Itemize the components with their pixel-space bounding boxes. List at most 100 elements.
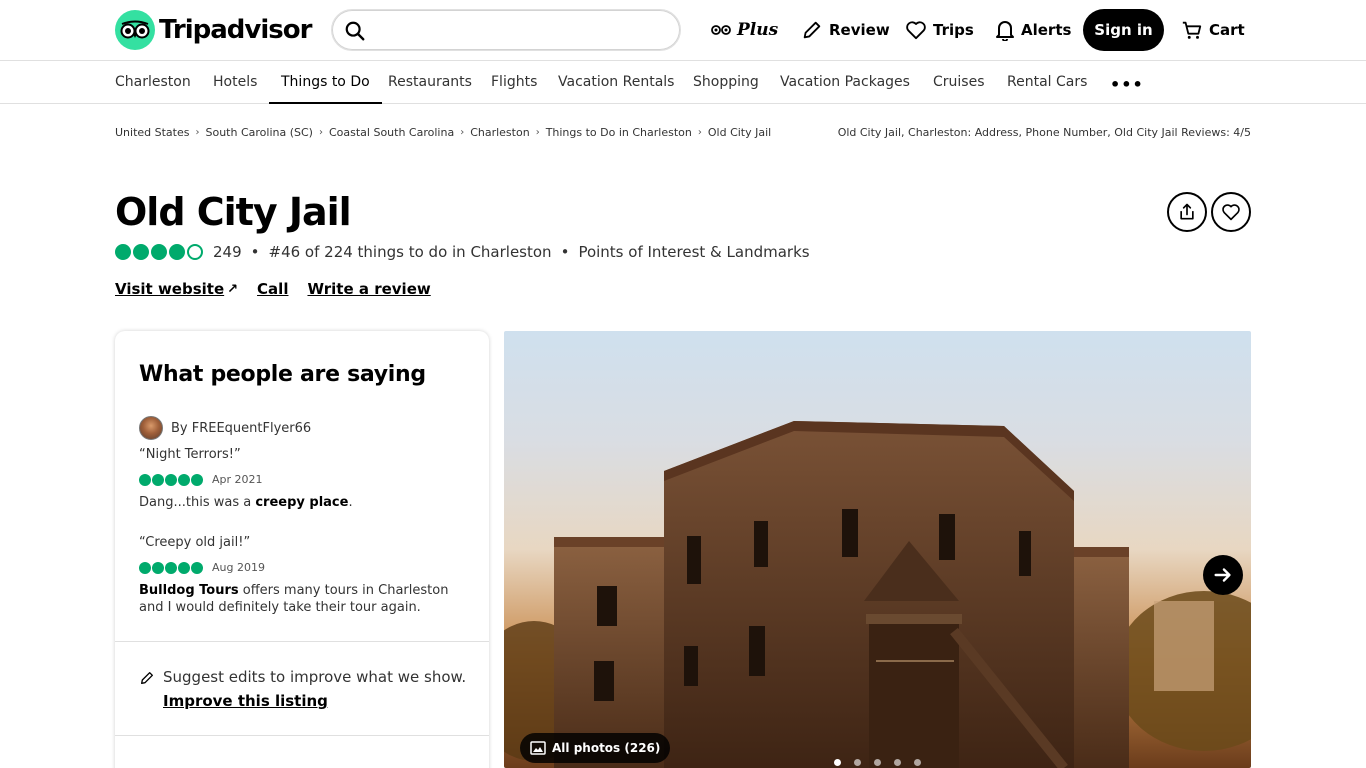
subnav-item-vacation-rentals[interactable]: Vacation Rentals — [558, 61, 674, 103]
breadcrumb-item[interactable]: Coastal South Carolina — [329, 126, 454, 139]
visit-website-link[interactable]: Visit website — [115, 280, 224, 298]
cart-icon — [1182, 21, 1202, 39]
rating-bubble-filled — [178, 561, 190, 574]
sign-in-button[interactable]: Sign in — [1083, 9, 1164, 51]
subnav-item-things-to-do[interactable]: Things to Do — [269, 61, 382, 104]
chevron-right-icon: › — [460, 127, 465, 138]
ranking-text[interactable]: #46 of 224 things to do in Charleston — [269, 243, 552, 261]
trips-link[interactable]: Trips — [905, 17, 974, 43]
rating-summary: 249 • #46 of 224 things to do in Charles… — [115, 243, 810, 261]
snippet-text: . — [348, 495, 353, 510]
rating-bubble-filled — [165, 561, 177, 574]
all-photos-button[interactable]: All photos (226) — [520, 733, 671, 763]
improve-listing-link[interactable]: Improve this listing — [163, 692, 328, 710]
pagination-dot[interactable] — [894, 759, 901, 766]
logo-text: Tripadvisor — [159, 15, 312, 45]
subnav-item-hotels[interactable]: Hotels — [213, 61, 257, 103]
trips-label: Trips — [933, 21, 974, 39]
alerts-link[interactable]: Alerts — [995, 17, 1071, 43]
suggest-edits: Suggest edits to improve what we show. — [139, 668, 466, 686]
reviewer-name: By FREEquentFlyer66 — [171, 420, 312, 436]
card-title: What people are saying — [139, 362, 426, 387]
search-input[interactable] — [376, 16, 671, 44]
cart-label: Cart — [1209, 21, 1245, 39]
subnav-item-vacation-packages[interactable]: Vacation Packages — [780, 61, 910, 103]
chevron-right-icon: › — [697, 127, 702, 138]
visit-website-label: Visit website — [115, 280, 225, 298]
review-rating: Aug 2019 — [139, 561, 265, 574]
page-title: Old City Jail — [115, 190, 352, 234]
rating-bubble-filled — [115, 244, 131, 260]
avatar — [139, 416, 163, 440]
rating-bubble-filled — [165, 473, 177, 486]
hero-photo[interactable] — [504, 331, 1251, 768]
divider — [115, 735, 489, 736]
share-icon — [1180, 203, 1194, 220]
rating-bubble-filled — [133, 244, 149, 260]
arrow-right-icon — [1214, 568, 1231, 582]
divider — [115, 641, 489, 642]
category-nav: Charleston Hotels Things to Do Restauran… — [0, 60, 1366, 104]
breadcrumb-item[interactable]: Things to Do in Charleston — [546, 126, 692, 139]
category-text[interactable]: Points of Interest & Landmarks — [578, 243, 809, 261]
owl-icon — [711, 25, 731, 35]
breadcrumb-item[interactable]: United States — [115, 126, 190, 139]
more-menu-icon[interactable]: ••• — [1110, 75, 1144, 94]
external-link-icon: ↗ — [227, 281, 239, 297]
subnav-item-cruises[interactable]: Cruises — [933, 61, 985, 103]
review-link[interactable]: Review — [801, 17, 890, 43]
plus-link[interactable]: Plus — [711, 17, 778, 43]
write-review-link[interactable]: Write a review — [307, 280, 430, 298]
subnav-item-charleston[interactable]: Charleston — [115, 61, 191, 103]
subnav-item-rental-cars[interactable]: Rental Cars — [1007, 61, 1087, 103]
call-link[interactable]: Call — [257, 280, 288, 298]
rating-bubble-empty — [187, 244, 203, 260]
suggest-text: Suggest edits to improve what we show. — [163, 668, 467, 686]
share-button[interactable] — [1167, 192, 1207, 232]
cart-link[interactable]: Cart — [1181, 17, 1245, 43]
search-icon — [345, 21, 365, 41]
search-bar[interactable] — [331, 9, 681, 51]
action-links: Visit website ↗ Call Write a review — [115, 280, 450, 298]
page-heading-text: Old City Jail, Charleston: Address, Phon… — [837, 126, 1251, 139]
rating-bubble-filled — [152, 561, 164, 574]
reviewer[interactable]: By FREEquentFlyer66 — [139, 416, 311, 440]
breadcrumb-item[interactable]: South Carolina (SC) — [206, 126, 313, 139]
subnav-item-shopping[interactable]: Shopping — [693, 61, 759, 103]
rating-bubble-filled — [152, 473, 164, 486]
top-header: Tripadvisor Plus Review Trips Alerts Sig… — [0, 0, 1366, 60]
next-photo-button[interactable] — [1203, 555, 1243, 595]
pagination-dot[interactable] — [874, 759, 881, 766]
heart-icon — [1222, 204, 1240, 221]
all-photos-label: All photos (226) — [552, 741, 661, 755]
rating-bubble-filled — [169, 244, 185, 260]
subnav-item-flights[interactable]: Flights — [491, 61, 537, 103]
review-title[interactable]: “Creepy old jail!” — [139, 535, 250, 550]
bell-icon — [996, 21, 1014, 41]
rating-bubble-filled — [191, 561, 203, 574]
breadcrumb-item[interactable]: Charleston — [470, 126, 530, 139]
pencil-icon — [803, 21, 821, 39]
review-snippet[interactable]: Dang...this was a creepy place. — [139, 494, 469, 511]
pencil-icon — [141, 672, 153, 684]
separator-dot: • — [250, 243, 260, 261]
save-button[interactable] — [1211, 192, 1251, 232]
snippet-text: Dang...this was a — [139, 495, 256, 510]
rating-bubble-filled — [151, 244, 167, 260]
review-title[interactable]: “Night Terrors!” — [139, 447, 241, 462]
pagination-dot[interactable] — [914, 759, 921, 766]
pagination-dot[interactable] — [834, 759, 841, 766]
review-rating: Apr 2021 — [139, 473, 263, 486]
review-date: Aug 2019 — [212, 561, 265, 574]
review-label: Review — [829, 21, 890, 39]
chevron-right-icon: › — [318, 127, 323, 138]
review-count[interactable]: 249 — [213, 243, 242, 261]
owl-icon — [115, 10, 155, 50]
pagination-dot[interactable] — [854, 759, 861, 766]
tripadvisor-logo[interactable]: Tripadvisor — [115, 10, 312, 50]
chevron-right-icon: › — [535, 127, 540, 138]
breadcrumb-current: Old City Jail — [707, 126, 772, 139]
subnav-item-restaurants[interactable]: Restaurants — [388, 61, 472, 103]
review-snippet[interactable]: Bulldog Tours offers many tours in Charl… — [139, 582, 469, 616]
rating-bubble-filled — [178, 473, 190, 486]
